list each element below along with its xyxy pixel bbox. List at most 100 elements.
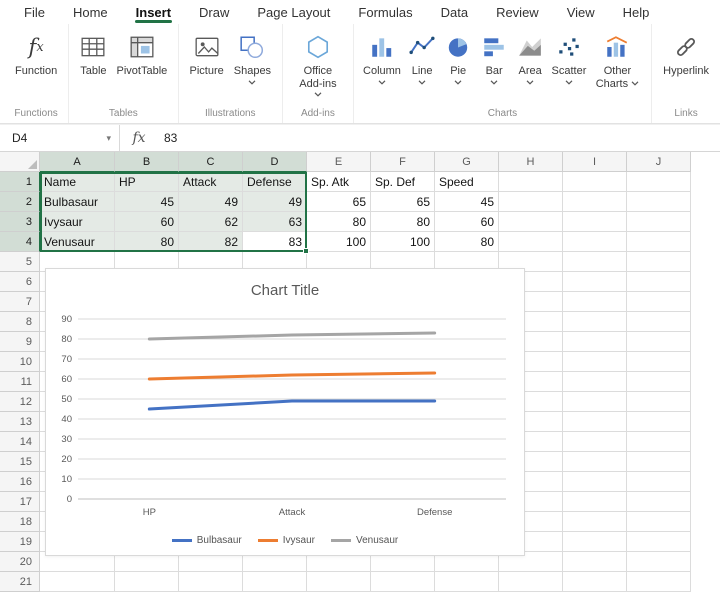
chevron-down-icon[interactable] [526, 80, 534, 85]
col-header-C[interactable]: C [179, 152, 243, 172]
cell-A2[interactable]: Bulbasaur [40, 192, 115, 212]
cell-I7[interactable] [563, 292, 627, 312]
cell-E4[interactable]: 100 [307, 232, 371, 252]
cell-H21[interactable] [499, 572, 563, 592]
chevron-down-icon[interactable] [248, 80, 256, 85]
menu-tab-home[interactable]: Home [59, 0, 122, 24]
chevron-down-icon[interactable] [490, 80, 498, 85]
cell-J15[interactable] [627, 452, 691, 472]
office-add-ins-button[interactable]: Office Add-ins [289, 26, 347, 99]
cell-A21[interactable] [40, 572, 115, 592]
col-header-A[interactable]: A [40, 152, 115, 172]
cell-I8[interactable] [563, 312, 627, 332]
cell-I20[interactable] [563, 552, 627, 572]
cell-J20[interactable] [627, 552, 691, 572]
line-chart-button[interactable]: Line [404, 26, 440, 87]
row-header-19[interactable]: 19 [0, 532, 40, 552]
col-header-J[interactable]: J [627, 152, 691, 172]
cell-J10[interactable] [627, 352, 691, 372]
name-box-dropdown-icon[interactable]: ▾ [106, 133, 111, 144]
cell-J16[interactable] [627, 472, 691, 492]
scatter-chart-button[interactable]: Scatter [548, 26, 590, 87]
cell-D2[interactable]: 49 [243, 192, 307, 212]
cell-B2[interactable]: 45 [115, 192, 179, 212]
name-box[interactable]: D4 ▾ [0, 125, 120, 151]
cell-C21[interactable] [179, 572, 243, 592]
select-all-corner[interactable] [0, 152, 40, 172]
chevron-down-icon[interactable] [418, 80, 426, 85]
chevron-down-icon[interactable] [314, 92, 322, 97]
column-chart-button[interactable]: Column [360, 26, 404, 87]
row-header-14[interactable]: 14 [0, 432, 40, 452]
cell-A4[interactable]: Venusaur [40, 232, 115, 252]
menu-tab-file[interactable]: File [10, 0, 59, 24]
row-header-4[interactable]: 4 [0, 232, 40, 252]
cell-G4[interactable]: 80 [435, 232, 499, 252]
cell-I15[interactable] [563, 452, 627, 472]
row-header-12[interactable]: 12 [0, 392, 40, 412]
menu-tab-data[interactable]: Data [427, 0, 482, 24]
col-header-E[interactable]: E [307, 152, 371, 172]
menu-tab-help[interactable]: Help [609, 0, 664, 24]
cell-I6[interactable] [563, 272, 627, 292]
cell-H2[interactable] [499, 192, 563, 212]
cell-J13[interactable] [627, 412, 691, 432]
cell-I5[interactable] [563, 252, 627, 272]
insert-function-button[interactable]: fx [120, 125, 158, 151]
menu-tab-page-layout[interactable]: Page Layout [243, 0, 344, 24]
cell-J21[interactable] [627, 572, 691, 592]
cell-J2[interactable] [627, 192, 691, 212]
cell-J19[interactable] [627, 532, 691, 552]
cell-G2[interactable]: 45 [435, 192, 499, 212]
cell-J11[interactable] [627, 372, 691, 392]
cell-J18[interactable] [627, 512, 691, 532]
cell-J6[interactable] [627, 272, 691, 292]
cell-H4[interactable] [499, 232, 563, 252]
cell-I13[interactable] [563, 412, 627, 432]
row-header-11[interactable]: 11 [0, 372, 40, 392]
cell-D1[interactable]: Defense [243, 172, 307, 192]
row-header-10[interactable]: 10 [0, 352, 40, 372]
cell-J9[interactable] [627, 332, 691, 352]
col-header-G[interactable]: G [435, 152, 499, 172]
cell-F1[interactable]: Sp. Def [371, 172, 435, 192]
row-header-5[interactable]: 5 [0, 252, 40, 272]
cell-C2[interactable]: 49 [179, 192, 243, 212]
cell-J8[interactable] [627, 312, 691, 332]
area-chart-button[interactable]: Area [512, 26, 548, 87]
cell-A1[interactable]: Name [40, 172, 115, 192]
row-header-15[interactable]: 15 [0, 452, 40, 472]
cell-J12[interactable] [627, 392, 691, 412]
cell-B21[interactable] [115, 572, 179, 592]
cell-B3[interactable]: 60 [115, 212, 179, 232]
cell-J7[interactable] [627, 292, 691, 312]
chart-object[interactable]: Chart Title 0102030405060708090HPAttackD… [45, 268, 525, 556]
cell-G21[interactable] [435, 572, 499, 592]
cell-G1[interactable]: Speed [435, 172, 499, 192]
cell-D21[interactable] [243, 572, 307, 592]
cell-F21[interactable] [371, 572, 435, 592]
row-header-8[interactable]: 8 [0, 312, 40, 332]
cell-J3[interactable] [627, 212, 691, 232]
fill-handle[interactable] [303, 248, 309, 254]
col-header-H[interactable]: H [499, 152, 563, 172]
chevron-down-icon[interactable] [454, 80, 462, 85]
hyperlink-button[interactable]: Hyperlink [658, 26, 714, 80]
function-button[interactable]: fx Function [10, 26, 62, 80]
row-header-1[interactable]: 1 [0, 172, 40, 192]
row-header-18[interactable]: 18 [0, 512, 40, 532]
cell-D3[interactable]: 63 [243, 212, 307, 232]
row-header-3[interactable]: 3 [0, 212, 40, 232]
formula-input[interactable]: 83 [158, 125, 720, 151]
col-header-D[interactable]: D [243, 152, 307, 172]
cell-B4[interactable]: 80 [115, 232, 179, 252]
shapes-button[interactable]: Shapes [229, 26, 276, 87]
picture-button[interactable]: Picture [185, 26, 229, 80]
menu-tab-draw[interactable]: Draw [185, 0, 243, 24]
menu-tab-formulas[interactable]: Formulas [344, 0, 426, 24]
cell-F2[interactable]: 65 [371, 192, 435, 212]
cell-A3[interactable]: Ivysaur [40, 212, 115, 232]
cell-I1[interactable] [563, 172, 627, 192]
pie-chart-button[interactable]: Pie [440, 26, 476, 87]
row-header-16[interactable]: 16 [0, 472, 40, 492]
